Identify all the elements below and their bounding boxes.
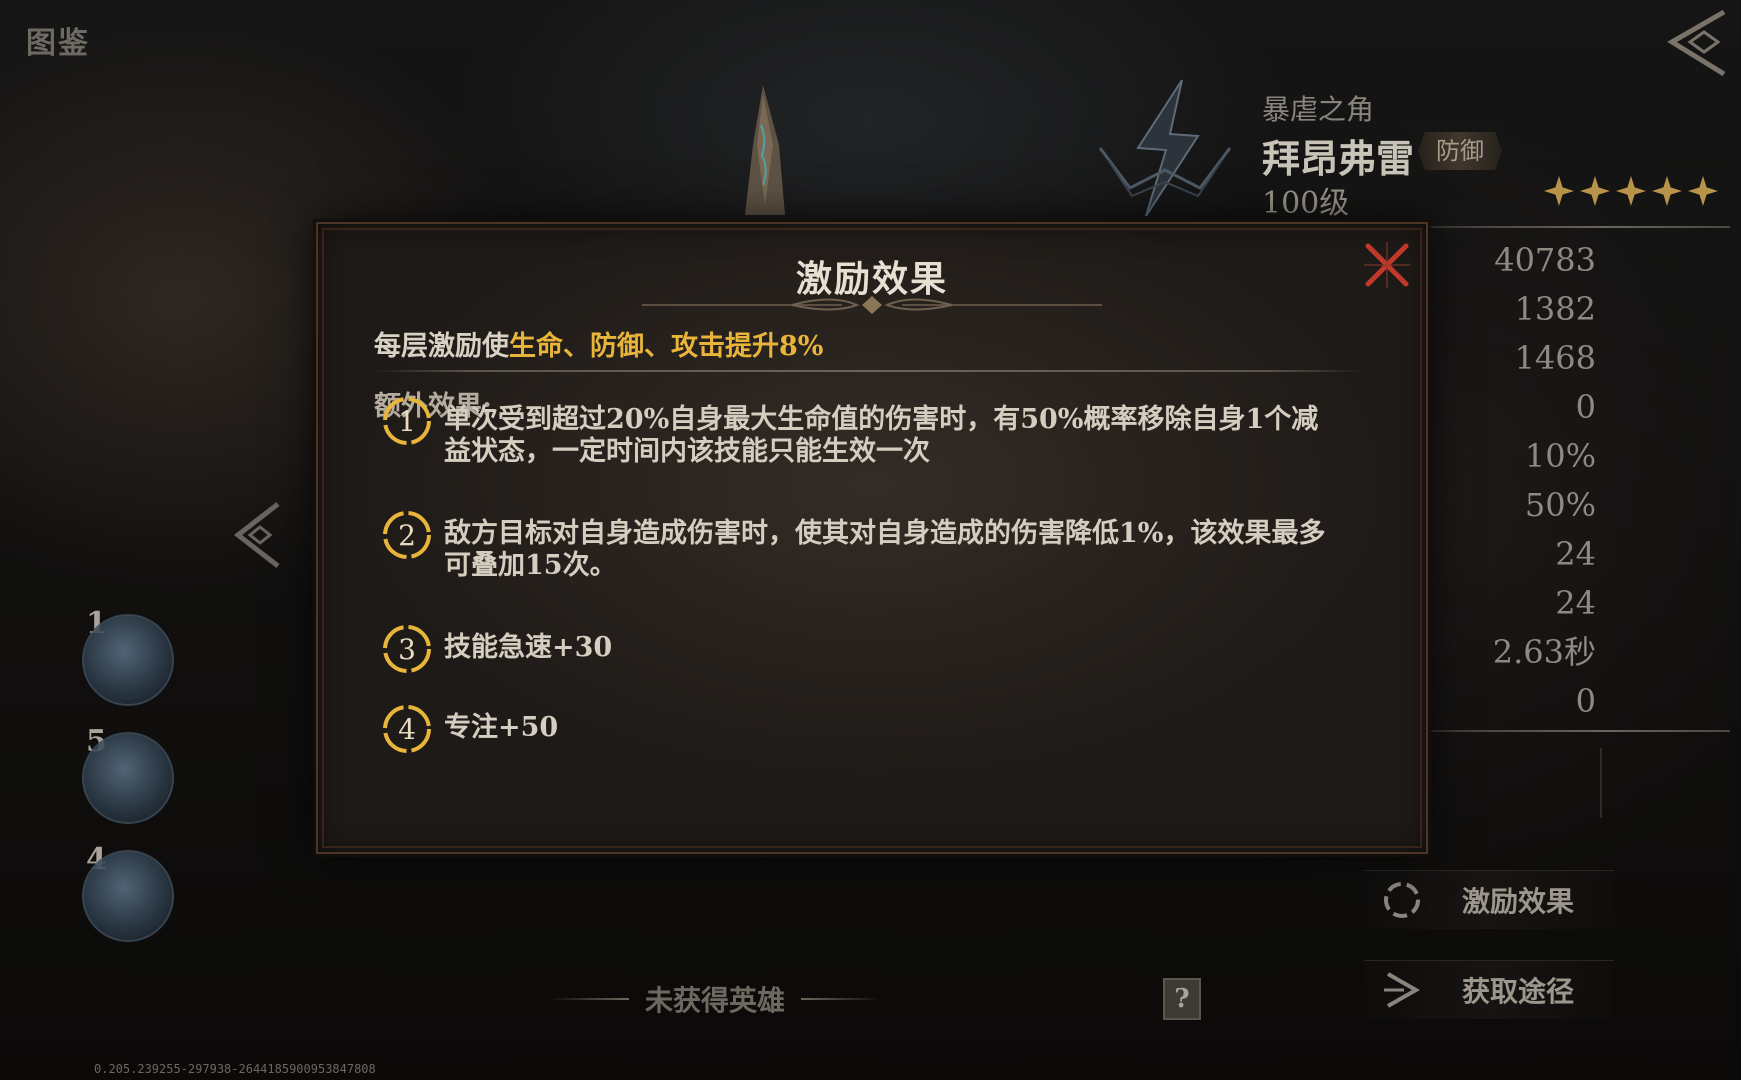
build-id: 0.205.239255-297938-2644185900953847808	[94, 1062, 376, 1076]
stat-value: 2.63秒	[1492, 633, 1596, 671]
svg-text:2: 2	[398, 519, 416, 552]
stat-value: 24	[1555, 584, 1596, 622]
obtain-method-label: 获取途径	[1462, 975, 1575, 1008]
effect-number-badge: 3	[383, 625, 431, 673]
stat-value: 10%	[1524, 437, 1596, 475]
divider	[801, 998, 881, 1000]
star-icon	[1616, 176, 1646, 206]
skill-slot-portrait[interactable]	[82, 732, 174, 824]
help-button[interactable]: ?	[1163, 978, 1201, 1020]
obtain-method-button[interactable]: 获取途径	[1364, 960, 1614, 1019]
incentive-effect-label: 激励效果	[1462, 885, 1575, 918]
effect-text: 专注+50	[444, 712, 559, 743]
stat-value: 0	[1575, 682, 1596, 720]
headline-highlight: 生命、防御、攻击提升8%	[509, 331, 824, 362]
game-screen: 图鉴 暴虐之角 拜昂弗雷 防御 100级 40783 1382 1468 0 1…	[0, 0, 1741, 1080]
arrow-right-icon	[1384, 972, 1421, 1008]
svg-text:1: 1	[398, 405, 416, 438]
headline-prefix: 每层激励使	[374, 331, 509, 362]
weapon-spike-art	[745, 85, 785, 215]
effect-text: 敌方目标对自身造成伤害时，使其对自身造成的伤害降低1%，该效果最多可叠加15次。	[444, 518, 1326, 581]
effect-text: 技能急速+30	[444, 632, 613, 663]
skill-slot-portrait[interactable]	[82, 850, 174, 942]
stat-value: 50%	[1524, 486, 1596, 524]
effect-number-badge: 4	[383, 705, 431, 753]
previous-hero-arrow-icon[interactable]	[230, 500, 286, 570]
incentive-headline: 每层激励使生命、防御、攻击提升8%	[374, 324, 823, 363]
stat-value: 1382	[1514, 290, 1596, 328]
effect-item: 3 技能急速+30	[380, 622, 1380, 676]
incentive-effect-button[interactable]: 激励效果	[1364, 870, 1614, 929]
stat-value: 1468	[1514, 339, 1596, 377]
effect-item: 4 专注+50	[380, 702, 1380, 756]
incentive-ring-icon	[1384, 882, 1420, 918]
svg-text:3: 3	[398, 633, 416, 666]
effect-item: 1 单次受到超过20%自身最大生命值的伤害时，有50%概率移除自身1个减益状态，…	[380, 394, 1380, 468]
hero-star-rating	[1544, 176, 1718, 206]
close-icon[interactable]	[1360, 238, 1414, 292]
effect-number-badge: 2	[383, 511, 431, 559]
incentive-effect-dialog: 激励效果 每层激励使生命、防御、攻击提升8% 额外效果: 1 单次受到超过20%…	[316, 222, 1428, 854]
stat-value: 0	[1575, 388, 1596, 426]
star-icon	[1688, 176, 1718, 206]
star-icon	[1544, 176, 1574, 206]
hero-level: 100级	[1262, 186, 1350, 221]
hero-title: 暴虐之角	[1262, 93, 1375, 126]
effect-text: 单次受到超过20%自身最大生命值的伤害时，有50%概率移除自身1个减益状态，一定…	[444, 404, 1319, 467]
unobtained-status: 未获得英雄	[500, 976, 930, 1022]
unobtained-label: 未获得英雄	[644, 984, 785, 1017]
scroll-track	[1600, 748, 1602, 818]
divider	[548, 998, 629, 1000]
hero-name: 拜昂弗雷	[1262, 136, 1415, 181]
divider	[374, 370, 1364, 372]
skill-slot-portrait[interactable]	[82, 614, 174, 706]
stat-value: 24	[1555, 535, 1596, 573]
hero-role-badge: 防御	[1418, 132, 1502, 170]
title-ornament	[642, 296, 1102, 314]
defense-class-emblem-icon	[1098, 79, 1232, 217]
star-icon	[1580, 176, 1610, 206]
star-icon	[1652, 176, 1682, 206]
page-title: 图鉴	[26, 26, 90, 61]
back-arrow-icon[interactable]	[1660, 8, 1732, 78]
hero-stats-list: 40783 1382 1468 0 10% 50% 24 24 2.63秒 0	[1420, 236, 1596, 726]
svg-text:4: 4	[398, 713, 416, 746]
effect-item: 2 敌方目标对自身造成伤害时，使其对自身造成的伤害降低1%，该效果最多可叠加15…	[380, 508, 1380, 582]
stat-value: 40783	[1494, 241, 1596, 279]
effect-number-badge: 1	[383, 397, 431, 445]
